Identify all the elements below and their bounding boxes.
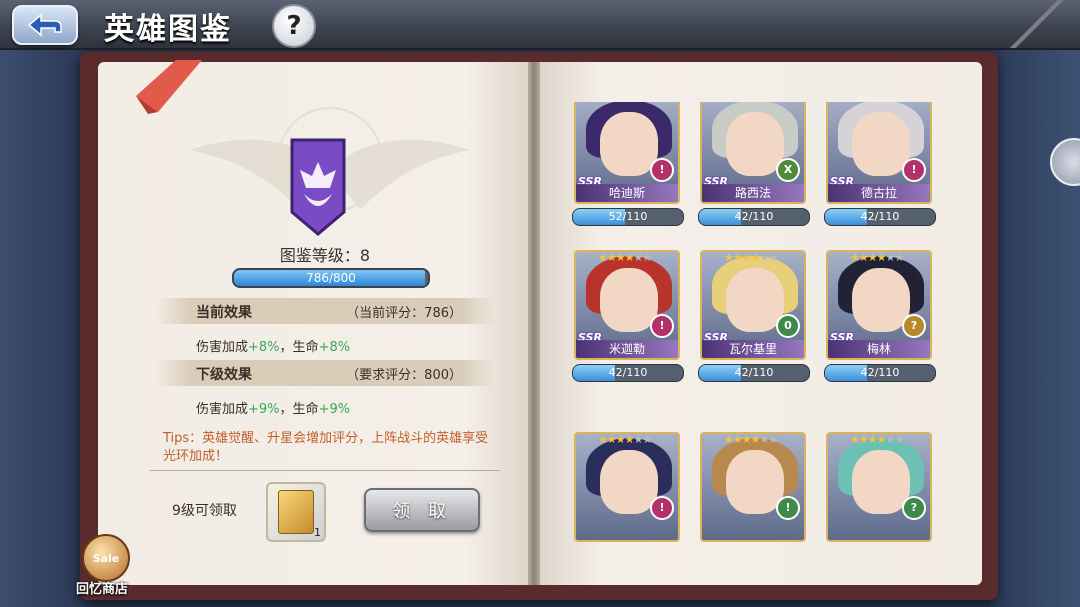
current-effect-banner: 当前效果 （当前评分：786） [156,298,496,324]
role-icon: ! [902,158,926,182]
background-right [990,48,1080,607]
next-effect-text: 伤害加成+9%，生命+9% [196,398,350,417]
current-score: （当前评分：786） [346,306,462,321]
memory-shop-button[interactable]: Sale 回忆商店 [70,532,134,604]
next-score: （要求评分：800） [346,368,462,383]
star-rating: ★★★★★★ [724,433,778,446]
current-dmg-label: 伤害加成 [196,340,249,355]
next-dmg-label: 伤害加成 [196,402,249,417]
codex-exp-text: 786/800 [306,271,356,285]
next-effect-title: 下级效果 [196,367,252,383]
role-icon: ? [902,314,926,338]
divider [150,470,500,471]
hero-name: 米迦勒 [576,340,678,358]
hero-portrait: ! SSR 米迦勒 ★★★★★★ [574,250,680,360]
hero-progress-bar: 52/110 [572,208,684,226]
shop-label: 回忆商店 [75,582,128,597]
hero-portrait: ? SSR 梅林 ★★★★★★ [826,250,932,360]
hero-progress-text: 42/110 [734,366,774,379]
book-spine [528,62,540,585]
reward-card-icon [278,490,314,534]
reward-item[interactable]: 1 [266,482,326,542]
role-icon: X [776,158,800,182]
hero-portrait: ! ★★★★★★ [574,432,680,542]
page-title: 英雄图鉴 [104,12,232,47]
hero-portrait: X SSR 路西法 [700,102,806,204]
star-rating: ★★★★★★ [850,251,904,264]
help-button[interactable]: ? [272,4,316,48]
back-arrow-icon [27,13,62,37]
hero-name: 瓦尔基里 [702,340,804,358]
hero-progress-text: 52/110 [608,210,648,223]
role-icon: 0 [776,314,800,338]
hero-name: 德古拉 [828,184,930,202]
sale-bag-icon: Sale [82,534,130,582]
codex-exp-bar: 786/800 [232,268,430,288]
next-effect-banner: 下级效果 （要求评分：800） [156,360,496,386]
hero-name: 哈迪斯 [576,184,678,202]
hero-progress-text: 42/110 [608,366,648,379]
hero-progress-text: 42/110 [860,210,900,223]
hero-grid: ! SSR 哈迪斯 52/110 X SSR 路西法 42/110 ! SSR 德古拉 42/110!… [570,102,940,542]
hero-portrait: 0 SSR 瓦尔基里 ★★★★★★ [700,250,806,360]
role-icon: ! [650,314,674,338]
hero-progress-bar: 42/110 [572,364,684,382]
hero-progress-text: 42/110 [734,210,774,223]
hero-progress-bar: 42/110 [698,208,810,226]
current-hp-label: ，生命 [279,340,319,355]
claim-level-text: 9级可领取 [172,503,237,519]
top-bar: 英雄图鉴 ? [0,0,1080,50]
claim-button[interactable]: 领 取 [364,488,480,532]
corner-decoration [1010,0,1080,48]
tips-text: Tips：英雄觉醒、升星会增加评分，上阵战斗的英雄享受光环加成！ [163,431,489,464]
star-rating: ★★★★★★ [850,433,904,446]
star-rating: ★★★★★★ [724,251,778,264]
hero-portrait: ! SSR 德古拉 [826,102,932,204]
hero-portrait: ! SSR 哈迪斯 [574,102,680,204]
hero-portrait: ! ★★★★★★ [700,432,806,542]
current-effect-text: 伤害加成+8%，生命+8% [196,336,350,355]
hero-progress-text: 42/110 [860,366,900,379]
star-rating: ★★★★★★ [598,251,652,264]
hero-progress-bar: 42/110 [824,208,936,226]
hero-name: 路西法 [702,184,804,202]
role-icon: ! [776,496,800,520]
codex-emblem-icon [290,138,346,236]
back-button[interactable] [12,5,78,45]
role-icon: ! [650,158,674,182]
next-hp-label: ，生命 [279,402,319,417]
role-icon: ! [650,496,674,520]
hero-portrait: ? ★★★★★★ [826,432,932,542]
reward-count: 1 [314,526,321,539]
star-rating: ★★★★★★ [598,433,652,446]
hero-name: 梅林 [828,340,930,358]
current-dmg-value: +8% [248,340,280,355]
current-hp-value: +8% [318,340,351,355]
hero-progress-bar: 42/110 [824,364,936,382]
current-effect-title: 当前效果 [196,305,252,321]
role-icon: ? [902,496,926,520]
codex-level: 图鉴等级：8 [279,246,371,265]
background-left [0,48,90,607]
hero-progress-bar: 42/110 [698,364,810,382]
next-dmg-value: +9% [248,402,280,417]
next-hp-value: +9% [318,402,351,417]
